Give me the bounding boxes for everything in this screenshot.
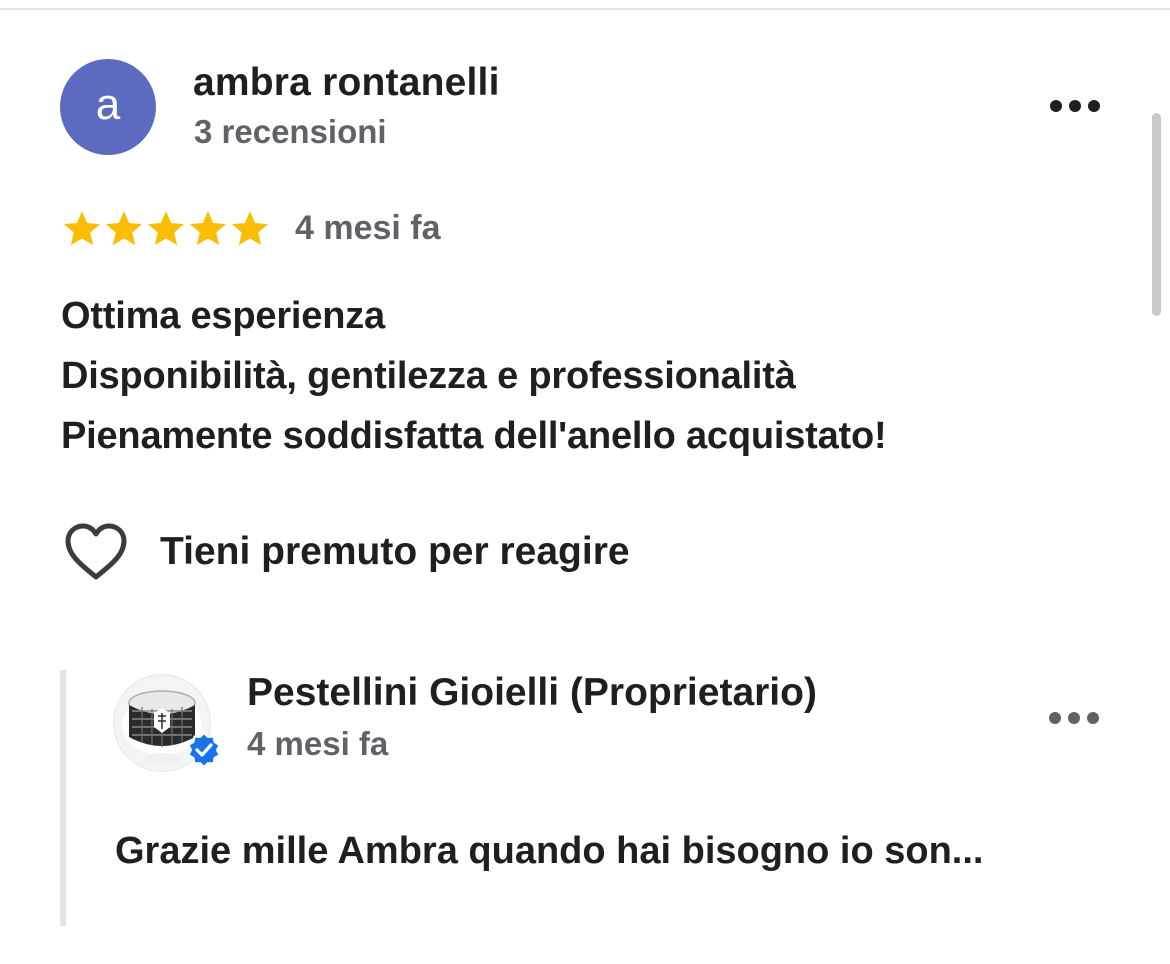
star-icon [189, 211, 227, 246]
reviewer-review-count: 3 recensioni [194, 113, 387, 150]
review-more-options-button[interactable] [1050, 99, 1100, 113]
more-horizontal-icon [1049, 712, 1061, 724]
review-text-line: Ottima esperienza [61, 295, 385, 337]
react-label: Tieni premuto per reagire [160, 530, 630, 573]
star-icon [105, 211, 143, 246]
star-icon [147, 211, 185, 246]
heart-outline-icon [65, 523, 127, 580]
review-text-line: Pienamente soddisfatta dell'anello acqui… [61, 415, 887, 457]
star-rating [61, 208, 271, 250]
top-divider [0, 0, 1170, 10]
star-icon [63, 211, 101, 246]
reply-more-options-button[interactable] [1049, 711, 1099, 725]
star-icon [231, 211, 269, 246]
owner-name[interactable]: Pestellini Gioielli (Proprietario) [247, 671, 817, 715]
review-text-line: Disponibilità, gentilezza e professional… [61, 355, 796, 397]
reviewer-name[interactable]: ambra rontanelli [193, 61, 500, 105]
reviewer-avatar-letter: a [95, 80, 121, 129]
review-time: 4 mesi fa [295, 209, 441, 247]
reviewer-avatar[interactable]: a [60, 59, 156, 155]
review-text: Ottima esperienza Disponibilità, gentile… [61, 286, 887, 466]
react-button[interactable]: Tieni premuto per reagire [64, 522, 630, 582]
reply-text[interactable]: Grazie mille Ambra quando hai bisogno io… [115, 830, 983, 873]
reply-border [60, 670, 66, 926]
verified-badge-icon [187, 731, 221, 767]
owner-reply-time: 4 mesi fa [247, 725, 389, 762]
more-horizontal-icon [1050, 100, 1062, 112]
scrollbar[interactable] [1152, 113, 1161, 316]
owner-avatar[interactable] [113, 674, 221, 772]
